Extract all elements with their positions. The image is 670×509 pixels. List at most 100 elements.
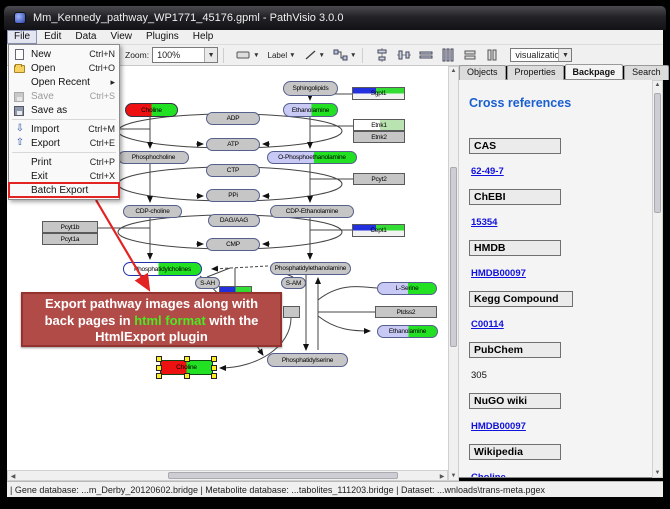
scrollbar-thumb[interactable] bbox=[450, 167, 457, 347]
menu-item-label: Export bbox=[31, 138, 90, 149]
sidebar-scrollbar[interactable]: ▲ ▼ bbox=[652, 80, 663, 478]
metabolite-node-choline[interactable]: Choline bbox=[125, 103, 178, 117]
xref-link[interactable]: Choline bbox=[471, 472, 506, 478]
metabolite-node-o-phosphoethanolamine[interactable]: O-Phosphoethanolamine bbox=[267, 151, 357, 164]
open-folder-icon bbox=[12, 63, 28, 74]
metabolite-node-ethanolamine[interactable]: Ethanolamine bbox=[377, 325, 438, 338]
align-center-icon[interactable] bbox=[374, 47, 390, 64]
stack-horizontal-icon[interactable] bbox=[462, 47, 478, 64]
metabolite-node-phosphocholine[interactable]: Phosphocholine bbox=[118, 151, 189, 164]
menu-item-shortcut: Ctrl+O bbox=[89, 63, 115, 73]
file-menu-item-import[interactable]: ⇩ImportCtrl+M bbox=[9, 122, 119, 136]
selection-handle[interactable] bbox=[184, 356, 190, 362]
scroll-down-icon[interactable]: ▼ bbox=[653, 470, 662, 476]
file-menu-item-batch-export[interactable]: Batch Export bbox=[9, 183, 119, 197]
tab-objects[interactable]: Objects bbox=[459, 65, 506, 80]
horizontal-scrollbar[interactable]: ◀ ▶ bbox=[7, 470, 448, 481]
tab-backpage[interactable]: Backpage bbox=[565, 64, 624, 79]
gene-node-ptdss2[interactable]: Ptdss2 bbox=[375, 306, 437, 318]
selection-handle[interactable] bbox=[156, 373, 162, 379]
xref-source-header: Kegg Compound bbox=[469, 291, 573, 307]
zoom-combobox[interactable]: 100% ▼ bbox=[152, 47, 218, 63]
file-menu-item-save-as[interactable]: Save as bbox=[9, 103, 119, 117]
file-menu-item-print[interactable]: PrintCtrl+P bbox=[9, 155, 119, 169]
scrollbar-thumb[interactable] bbox=[654, 93, 661, 213]
menu-file[interactable]: File bbox=[7, 30, 37, 44]
menu-data[interactable]: Data bbox=[68, 30, 103, 44]
gene-node-pcyt2[interactable]: Pcyt2 bbox=[353, 173, 405, 185]
selection-handle[interactable] bbox=[211, 373, 217, 379]
file-menu-item-new[interactable]: NewCtrl+N bbox=[9, 47, 119, 61]
metabolite-node-ppi[interactable]: PPi bbox=[206, 189, 260, 202]
gene-node-pcyt1a[interactable]: Pcyt1a bbox=[42, 233, 98, 245]
vertical-scrollbar[interactable]: ▲ ▼ bbox=[448, 66, 459, 481]
xref-link[interactable]: HMDB00097 bbox=[471, 268, 526, 279]
scroll-up-icon[interactable]: ▲ bbox=[653, 82, 662, 88]
gene-node-cept1[interactable]: Cept1 bbox=[352, 224, 405, 237]
menu-edit[interactable]: Edit bbox=[37, 30, 68, 44]
scroll-left-icon[interactable]: ◀ bbox=[8, 473, 18, 480]
cross-reference-section: CAS62-49-7 bbox=[469, 138, 652, 189]
gene-node-pcyt1b[interactable]: Pcyt1b bbox=[42, 221, 98, 233]
metabolite-node-cmp[interactable]: CMP bbox=[206, 238, 260, 251]
gene-node-sgpl1[interactable]: Sgpl1 bbox=[352, 87, 405, 100]
scrollbar-thumb[interactable] bbox=[168, 472, 398, 479]
stack-vertical-icon[interactable] bbox=[484, 47, 500, 64]
gene-node[interactable] bbox=[283, 306, 300, 318]
file-menu-item-export[interactable]: ⇧ExportCtrl+E bbox=[9, 136, 119, 150]
tab-search[interactable]: Search bbox=[624, 65, 669, 80]
visualization-combobox[interactable]: visualization ▼ bbox=[510, 48, 572, 62]
distribute-horizontal-icon[interactable] bbox=[418, 47, 434, 64]
menu-plugins[interactable]: Plugins bbox=[139, 30, 186, 44]
selection-handle[interactable] bbox=[156, 365, 162, 371]
xref-link[interactable]: C00114 bbox=[471, 319, 504, 330]
align-middle-icon[interactable] bbox=[396, 47, 412, 64]
connector-tool-button[interactable]: ▼ bbox=[332, 47, 357, 64]
selection-handle[interactable] bbox=[184, 373, 190, 379]
chevron-down-icon[interactable]: ▼ bbox=[253, 52, 259, 59]
chevron-down-icon[interactable]: ▼ bbox=[204, 48, 217, 62]
chevron-down-icon[interactable]: ▼ bbox=[558, 49, 571, 61]
selection-handle[interactable] bbox=[156, 356, 162, 362]
file-menu-item-save[interactable]: SaveCtrl+S bbox=[9, 89, 119, 103]
xref-link[interactable]: 62-49-7 bbox=[471, 166, 504, 177]
distribute-vertical-icon[interactable] bbox=[440, 47, 456, 64]
file-menu-item-open-recent[interactable]: Open Recent▸ bbox=[9, 75, 119, 89]
menu-view[interactable]: View bbox=[103, 30, 139, 44]
chevron-down-icon[interactable]: ▼ bbox=[289, 52, 295, 59]
chevron-down-icon[interactable]: ▼ bbox=[319, 52, 325, 59]
label-tool-button[interactable]: Label ▼ bbox=[267, 47, 297, 64]
metabolite-node-phosphatidylserine[interactable]: Phosphatidylserine bbox=[267, 353, 348, 367]
scroll-up-icon[interactable]: ▲ bbox=[449, 68, 458, 74]
metabolite-node-ctp[interactable]: CTP bbox=[206, 164, 260, 177]
metabolite-node-s-ah[interactable]: S-AH bbox=[195, 277, 220, 289]
selection-handle[interactable] bbox=[211, 356, 217, 362]
line-tool-button[interactable]: ▼ bbox=[303, 47, 326, 64]
file-menu-item-exit[interactable]: ExitCtrl+X bbox=[9, 169, 119, 183]
metabolite-node-ethanolamine[interactable]: Ethanolamine bbox=[283, 103, 338, 117]
metabolite-node-cdp-choline[interactable]: CDP-choline bbox=[123, 205, 182, 218]
cross-reference-section: ChEBI15354 bbox=[469, 189, 652, 240]
xref-link[interactable]: 15354 bbox=[471, 217, 497, 228]
xref-link[interactable]: HMDB00097 bbox=[471, 421, 526, 432]
metabolite-node-cdp-ethanolamine[interactable]: CDP-Ethanolamine bbox=[270, 205, 354, 218]
metabolite-node-l-serine[interactable]: L-Serine bbox=[377, 282, 437, 295]
gene-product-tool-button[interactable]: ▼ bbox=[235, 47, 260, 64]
metabolite-node-s-am[interactable]: S-AM bbox=[281, 277, 306, 289]
metabolite-node-sphingolipids[interactable]: Sphingolipids bbox=[283, 81, 338, 96]
gene-node-etnk1[interactable]: Etnk1 bbox=[353, 119, 405, 131]
gene-node-etnk2[interactable]: Etnk2 bbox=[353, 131, 405, 143]
tab-properties[interactable]: Properties bbox=[507, 65, 564, 80]
metabolite-node-phosphatidylethanolamine[interactable]: Phosphatidylethanolamine bbox=[270, 262, 351, 275]
chevron-down-icon[interactable]: ▼ bbox=[350, 52, 356, 59]
selection-handle[interactable] bbox=[211, 365, 217, 371]
metabolite-node-adp[interactable]: ADP bbox=[206, 112, 260, 125]
metabolite-node-phosphatidylcholines[interactable]: Phosphatidylcholines bbox=[123, 262, 202, 276]
menu-help[interactable]: Help bbox=[186, 30, 221, 44]
scroll-down-icon[interactable]: ▼ bbox=[449, 473, 458, 479]
file-menu-item-open[interactable]: OpenCtrl+O bbox=[9, 61, 119, 75]
metabolite-node-atp[interactable]: ATP bbox=[206, 138, 260, 151]
metabolite-node-dag-aag[interactable]: DAG/AAG bbox=[208, 214, 260, 227]
titlebar[interactable]: Mm_Kennedy_pathway_WP1771_45176.gpml - P… bbox=[4, 6, 666, 30]
scroll-right-icon[interactable]: ▶ bbox=[437, 473, 447, 480]
